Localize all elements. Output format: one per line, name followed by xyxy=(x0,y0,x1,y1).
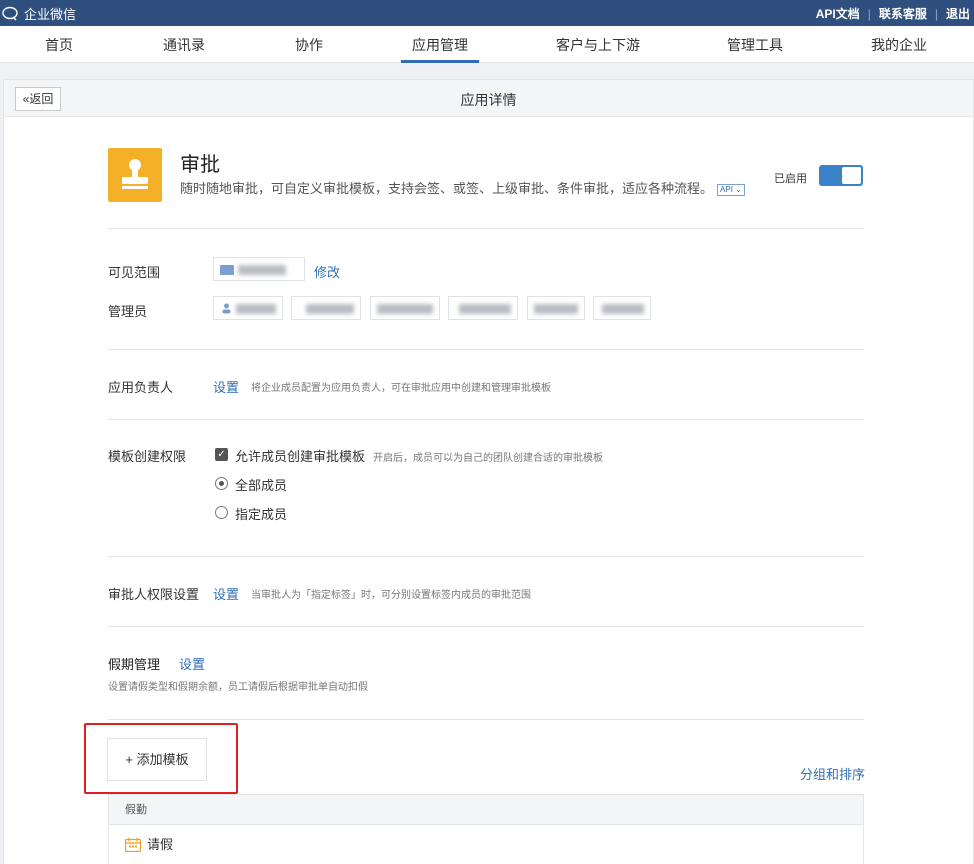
approval-app-icon xyxy=(108,148,162,202)
specific-members-radio[interactable] xyxy=(215,506,228,519)
calendar-icon xyxy=(125,838,141,852)
redacted-text xyxy=(238,265,286,275)
logout-link[interactable]: 退出 xyxy=(946,5,970,22)
leave-settings-link[interactable]: 设置 xyxy=(179,654,205,673)
api-tag-label: API xyxy=(720,184,733,194)
owner-settings-link[interactable]: 设置 xyxy=(213,377,239,396)
support-link[interactable]: 联系客服 xyxy=(879,5,927,22)
leave-hint: 设置请假类型和假期余额，员工请假后根据审批单自动扣假 xyxy=(108,682,368,693)
divider xyxy=(108,419,864,420)
template-group-header: 假勤 xyxy=(109,795,863,825)
brand[interactable]: 企业微信 xyxy=(2,4,76,23)
wework-logo-icon xyxy=(2,6,18,20)
admin-chip xyxy=(593,296,651,320)
admin-chip xyxy=(448,296,518,320)
admin-chip xyxy=(291,296,361,320)
divider xyxy=(108,719,864,720)
template-item[interactable]: 请假 xyxy=(109,825,863,864)
approver-scope-settings-link[interactable]: 设置 xyxy=(213,584,239,603)
admin-chip xyxy=(213,296,283,320)
template-item-label: 请假 xyxy=(147,837,174,852)
specific-members-label: 指定成员 xyxy=(235,507,288,522)
owner-hint: 将企业成员配置为应用负责人，可在审批应用中创建和管理审批模板 xyxy=(251,383,551,394)
template-permission-hint: 开启后，成员可以为自己的团队创建合适的审批模板 xyxy=(373,453,603,464)
template-permission-label: 模板创建权限 xyxy=(108,449,187,464)
redacted-text xyxy=(377,304,433,314)
toggle-knob xyxy=(842,167,861,184)
main-nav: 首页 通讯录 协作 应用管理 客户与上下游 管理工具 我的企业 xyxy=(0,26,974,63)
nav-item-my-company[interactable]: 我的企业 xyxy=(862,26,936,63)
stamp-icon xyxy=(122,159,148,189)
nav-item-tools[interactable]: 管理工具 xyxy=(718,26,792,63)
top-links: API文档 | 联系客服 | 退出 xyxy=(816,5,970,22)
status-label: 已启用 xyxy=(774,173,807,185)
all-members-radio[interactable] xyxy=(215,477,228,490)
separator: | xyxy=(867,6,871,21)
redacted-text xyxy=(459,304,511,314)
approver-scope-hint: 当审批人为「指定标签」时，可分别设置标签内成员的审批范围 xyxy=(251,590,531,601)
divider xyxy=(108,349,864,350)
highlight-box xyxy=(84,723,238,794)
api-tag[interactable]: API ⌄ xyxy=(717,183,745,196)
panel-header: «返回 应用详情 xyxy=(4,80,973,117)
person-icon xyxy=(222,303,231,314)
nav-item-home[interactable]: 首页 xyxy=(30,26,88,63)
admin-chip xyxy=(527,296,585,320)
modify-visibility-link[interactable]: 修改 xyxy=(314,262,340,281)
nav-item-contacts[interactable]: 通讯录 xyxy=(155,26,213,63)
divider xyxy=(108,228,864,229)
enable-toggle[interactable] xyxy=(819,165,863,186)
redacted-text xyxy=(306,304,354,314)
page-title: 应用详情 xyxy=(460,92,517,108)
nav-item-app-management[interactable]: 应用管理 xyxy=(401,26,479,63)
api-docs-link[interactable]: API文档 xyxy=(816,5,860,22)
leave-management-label: 假期管理 xyxy=(108,657,161,672)
all-members-label: 全部成员 xyxy=(235,478,288,493)
approver-scope-label: 审批人权限设置 xyxy=(108,587,200,602)
allow-member-templates-label: 允许成员创建审批模板 xyxy=(235,449,366,464)
divider xyxy=(108,626,864,627)
owner-label: 应用负责人 xyxy=(108,380,174,395)
folder-icon xyxy=(220,265,234,275)
divider xyxy=(108,556,864,557)
app-description-text: 随时随地审批，可自定义审批模板，支持会签、或签、上级审批、条件审批，适应各种流程… xyxy=(180,181,714,196)
redacted-text xyxy=(236,304,276,314)
nav-item-collaboration[interactable]: 协作 xyxy=(280,26,338,63)
app-detail-panel: «返回 应用详情 审批 随时随地审批，可自定义审批模板，支持会签、或签、上级审批… xyxy=(3,79,974,864)
top-bar: 企业微信 API文档 | 联系客服 | 退出 xyxy=(0,0,974,26)
redacted-text xyxy=(602,304,644,314)
separator: | xyxy=(934,6,938,21)
group-and-sort-link[interactable]: 分组和排序 xyxy=(800,764,865,783)
app-name: 审批 xyxy=(180,154,220,176)
nav-item-customers[interactable]: 客户与上下游 xyxy=(547,26,649,63)
redacted-text xyxy=(534,304,578,314)
admins-label: 管理员 xyxy=(108,304,148,319)
app-description: 随时随地审批，可自定义审批模板，支持会签、或签、上级审批、条件审批，适应各种流程… xyxy=(180,178,745,197)
template-list: 假勤 请假 xyxy=(108,794,864,864)
admin-chip xyxy=(370,296,440,320)
allow-member-templates-checkbox[interactable]: ✓ xyxy=(215,448,228,461)
department-chip xyxy=(213,257,305,281)
visibility-label: 可见范围 xyxy=(108,265,161,280)
brand-name: 企业微信 xyxy=(24,7,77,22)
